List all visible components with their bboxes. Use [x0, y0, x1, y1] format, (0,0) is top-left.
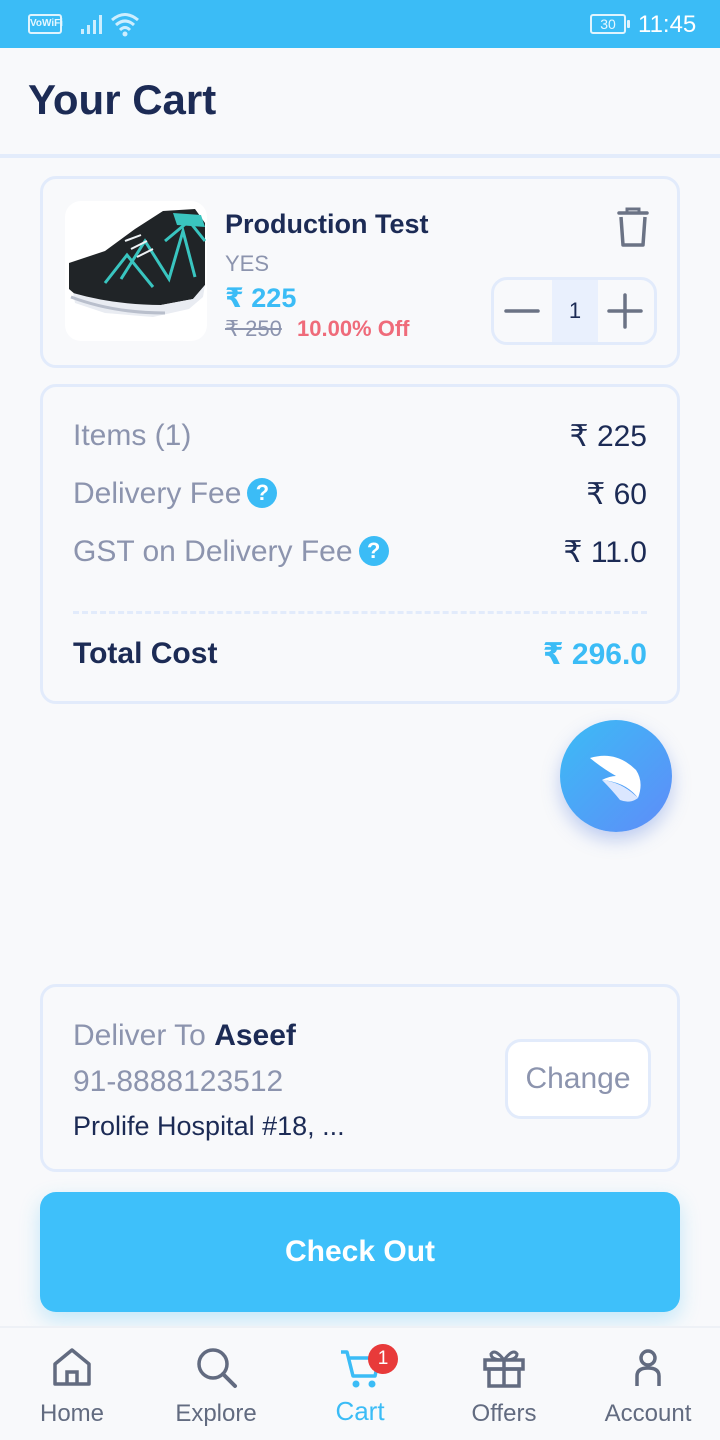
shoe-image — [69, 209, 207, 317]
home-icon — [53, 1348, 91, 1386]
cart-item-card: Production Test YES ₹ 225 ₹ 250 10.00% O… — [40, 176, 680, 368]
trash-icon[interactable] — [613, 205, 653, 249]
nav-item-account[interactable]: Account — [576, 1328, 720, 1440]
plus-icon[interactable] — [596, 280, 654, 342]
gift-icon — [483, 1350, 525, 1388]
divider — [73, 611, 647, 614]
items-label: Items (1) — [73, 419, 192, 452]
nav-item-home[interactable]: Home — [0, 1328, 144, 1440]
delivery-fee-value: ₹ 60 — [586, 478, 647, 511]
product-name[interactable]: Production Test — [225, 209, 429, 240]
items-value: ₹ 225 — [569, 420, 647, 453]
gst-label: GST on Delivery Fee? — [73, 535, 389, 569]
recipient-address: Prolife Hospital #18, ... — [73, 1111, 345, 1141]
product-image[interactable] — [65, 201, 207, 341]
wifi-icon — [111, 13, 139, 37]
product-discount: 10.00% Off — [297, 316, 410, 341]
product-original-price: ₹ 250 — [225, 316, 282, 341]
minus-icon[interactable] — [494, 280, 552, 342]
gst-value: ₹ 11.0 — [563, 536, 647, 569]
bottom-navigation: Home Explore 1 Cart Offers Account — [0, 1326, 720, 1440]
assistant-fab-button[interactable] — [560, 720, 672, 832]
page-title: Your Cart — [28, 76, 217, 123]
status-bar: VoWiFi 30 11:45 — [0, 0, 720, 48]
nav-label: Home — [39, 1400, 105, 1427]
change-address-button[interactable]: Change — [505, 1039, 651, 1119]
account-icon — [635, 1349, 661, 1386]
nav-label: Account — [604, 1400, 692, 1427]
wing-icon — [590, 755, 641, 802]
delivery-address-card: Deliver To Aseef 91-8888123512 Prolife H… — [40, 984, 680, 1172]
recipient-name: Aseef — [214, 1019, 296, 1052]
status-time: 11:45 — [638, 11, 697, 38]
recipient-phone: 91-8888123512 — [73, 1065, 284, 1098]
quantity-stepper: 1 — [491, 277, 657, 345]
search-icon — [197, 1348, 237, 1388]
help-icon[interactable]: ? — [247, 478, 278, 508]
header: Your Cart — [0, 48, 720, 158]
nav-item-explore[interactable]: Explore — [144, 1328, 288, 1440]
total-value: ₹ 296.0 — [542, 638, 647, 671]
price-summary-card: Items (1) ₹ 225 Delivery Fee? ₹ 60 GST o… — [40, 384, 680, 704]
quantity-value: 1 — [552, 280, 598, 342]
battery-icon: 30 — [590, 14, 630, 34]
nav-label: Explore — [175, 1400, 257, 1427]
product-variant: YES — [225, 251, 270, 276]
nav-label: Offers — [471, 1400, 537, 1427]
help-icon[interactable]: ? — [358, 536, 389, 566]
product-price: ₹ 225 — [225, 283, 297, 313]
nav-label: Cart — [335, 1396, 385, 1426]
total-label: Total Cost — [73, 637, 218, 670]
checkout-button[interactable]: Check Out — [40, 1192, 680, 1312]
cart-count-badge: 1 — [368, 1344, 398, 1374]
deliver-to-line: Deliver To Aseef — [73, 1019, 296, 1052]
vowifi-icon: VoWiFi — [28, 14, 63, 34]
nav-item-cart[interactable]: 1 Cart — [288, 1328, 432, 1440]
delivery-fee-label: Delivery Fee? — [73, 477, 278, 511]
signal-icon — [81, 15, 102, 34]
nav-item-offers[interactable]: Offers — [432, 1328, 576, 1440]
